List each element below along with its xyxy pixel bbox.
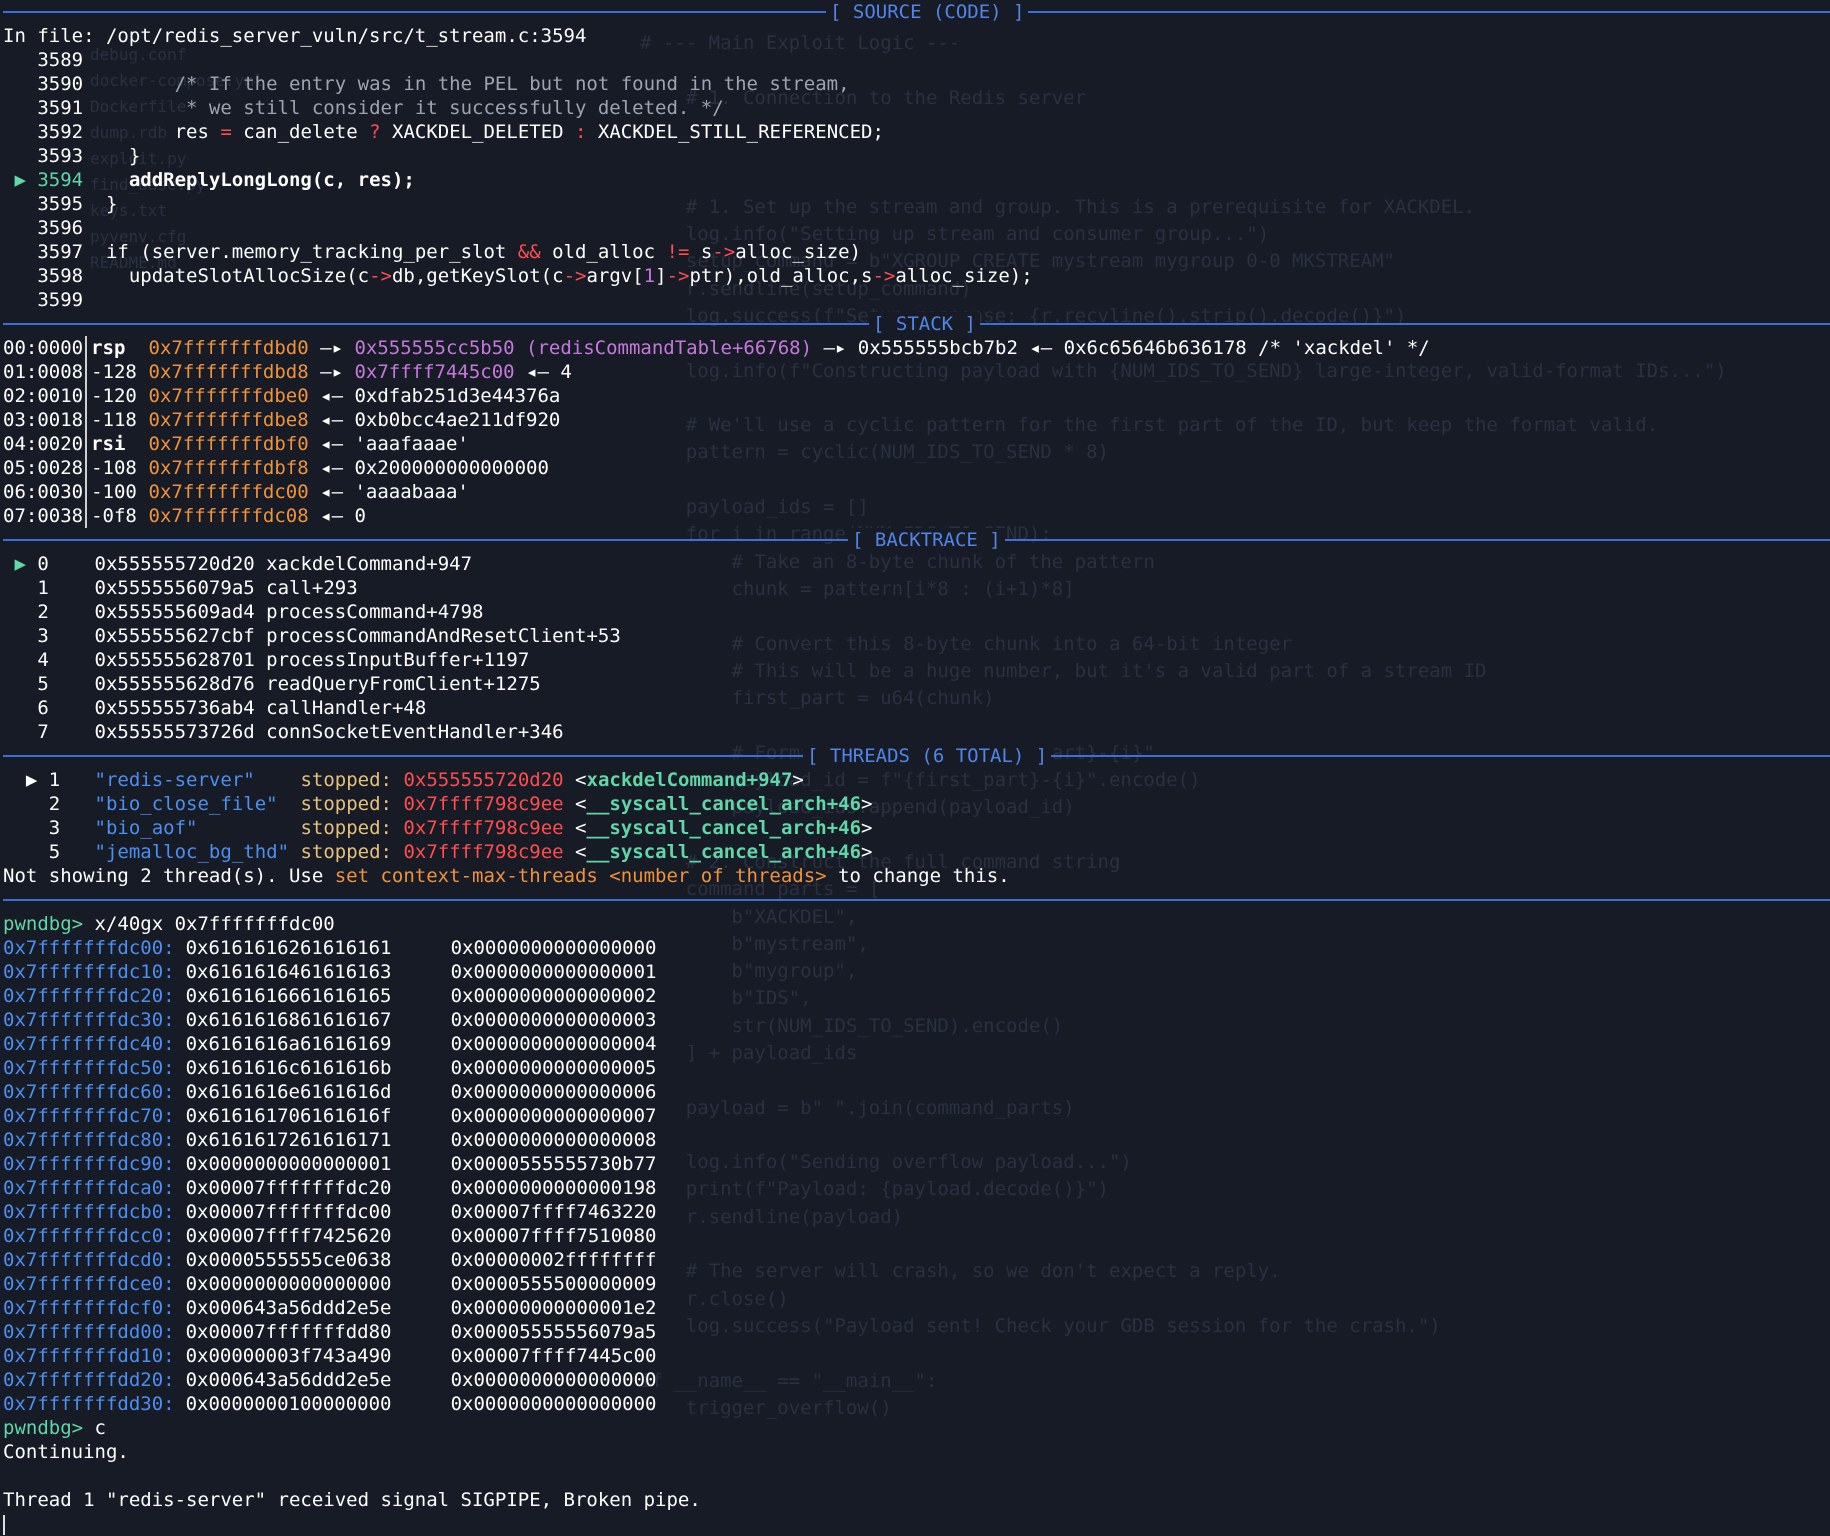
source-file-path: In file: /opt/redis_server_vuln/src/t_st… xyxy=(3,25,587,47)
prompt: pwndbg> xyxy=(3,1417,84,1439)
prompt: pwndbg> xyxy=(3,913,84,935)
memory-row: 0x7fffffffdc60: 0x6161616e6161616d 0x00000… xyxy=(3,1081,657,1103)
threads-header: [ THREADS (6 TOTAL) ] xyxy=(3,744,1830,768)
memory-row: 0x7fffffffdca0: 0x00007fffffffdc20 0x00000… xyxy=(3,1177,657,1199)
memory-row: 0x7fffffffdd00: 0x00007fffffffdd80 0x00005… xyxy=(3,1321,657,1343)
line-number: 3589 xyxy=(37,49,84,71)
memory-row: 0x7fffffffdc40: 0x6161616a61616169 0x00000… xyxy=(3,1033,657,1055)
stack-row: 03:0018 -118 0x7fffffffdbe8 ◂— 0xb0bcc4ae… xyxy=(3,408,561,432)
memory-row: 0x7fffffffdcb0: 0x00007fffffffdc00 0x00007… xyxy=(3,1201,657,1223)
thread-row[interactable]: 3 "bio_aof" stopped: 0x7ffff798c9ee <__s… xyxy=(3,816,1830,840)
current-line-marker-icon: ▶ xyxy=(3,169,38,191)
backtrace-frame[interactable]: 2 0x555555609ad4 processCommand+4798 xyxy=(3,600,1830,624)
line-number: 3591 xyxy=(37,97,84,119)
source-line: 3591 * we still consider it successfully… xyxy=(37,97,724,119)
threads-block: ▶ 1 "redis-server" stopped: 0x555555720d… xyxy=(3,768,1830,864)
line-number: 3596 xyxy=(37,217,84,239)
stack-address: 0x7fffffffdbe8 xyxy=(148,409,309,431)
terminal[interactable]: [ SOURCE (CODE) ] In file: /opt/redis_se… xyxy=(3,0,1830,1536)
memory-row: 0x7fffffffdd30: 0x0000000100000000 0x00000… xyxy=(3,1393,657,1415)
stack-address: 0x7fffffffdbd8 xyxy=(148,361,309,383)
source-line: 3597 if (server.memory_tracking_per_slot… xyxy=(37,241,862,263)
backtrace-frame[interactable]: 6 0x555555736ab4 callHandler+48 xyxy=(3,696,1830,720)
signal-message: Thread 1 "redis-server" received signal … xyxy=(3,1489,701,1511)
memory-row: 0x7fffffffdc50: 0x6161616c6161616b 0x00000… xyxy=(3,1057,657,1079)
backtrace-frame[interactable]: 3 0x555555627cbf processCommandAndResetC… xyxy=(3,624,1830,648)
input-cursor[interactable] xyxy=(3,1512,1830,1536)
memory-row: 0x7fffffffdd10: 0x00000003f743a490 0x00007… xyxy=(3,1345,657,1367)
memory-row: 0x7fffffffdce0: 0x0000000000000000 0x00005… xyxy=(3,1273,657,1295)
backtrace-frame[interactable]: ▶ 0 0x555555720d20 xackdelCommand+947 xyxy=(3,552,1830,576)
backtrace-header: [ BACKTRACE ] xyxy=(3,528,1830,552)
backtrace-frame[interactable]: 5 0x555555628d76 readQueryFromClient+127… xyxy=(3,672,1830,696)
stack-row: 07:0038 -0f8 0x7fffffffdc08 ◂— 0 xyxy=(3,504,366,528)
source-line: 3599 xyxy=(3,288,1830,312)
line-number: 3597 xyxy=(37,241,84,263)
console-divider xyxy=(3,888,1830,912)
threads-note: Not showing 2 thread(s). Use set context… xyxy=(3,865,1010,887)
source-line: 3595 } xyxy=(37,193,118,215)
source-header: [ SOURCE (CODE) ] xyxy=(3,0,1830,24)
line-number: 3599 xyxy=(37,289,84,311)
line-number: 3598 xyxy=(37,265,84,287)
stack-address: 0x7fffffffdc08 xyxy=(148,505,309,527)
frame-marker-icon: ▶ xyxy=(3,553,38,575)
stack-row: 02:0010 -120 0x7fffffffdbe0 ◂— 0xdfab251d… xyxy=(3,384,561,408)
command-line-2: pwndbg> c xyxy=(3,1417,106,1439)
line-number: 3590 xyxy=(37,73,84,95)
line-number: 3593 xyxy=(37,145,84,167)
thread-marker-icon: ▶ xyxy=(3,769,49,791)
memory-row: 0x7fffffffdc80: 0x6161617261616171 0x00000… xyxy=(3,1129,657,1151)
source-line: 3596 xyxy=(3,216,1830,240)
stack-row: 05:0028 -108 0x7fffffffdbf8 ◂— 0x20000000… xyxy=(3,456,549,480)
backtrace-frame[interactable]: 4 0x555555628701 processInputBuffer+1197 xyxy=(3,648,1830,672)
stack-address: 0x7fffffffdc00 xyxy=(148,481,309,503)
stack-row: 00:0000 rsp 0x7fffffffdbd0 —▸ 0x555555cc5… xyxy=(3,336,1430,360)
command-line-1: pwndbg> x/40gx 0x7fffffffdc00 xyxy=(3,913,335,935)
stack-block: 00:0000 rsp 0x7fffffffdbd0 —▸ 0x555555cc5… xyxy=(3,336,1830,528)
source-code-block: 3589 3590 /* If the entry was in the PEL… xyxy=(3,48,1830,312)
memory-row: 0x7fffffffdc70: 0x616161706161616f 0x00000… xyxy=(3,1105,657,1127)
line-number: 3592 xyxy=(37,121,84,143)
stack-header: [ STACK ] xyxy=(3,312,1830,336)
memory-row: 0x7fffffffdc00: 0x6161616261616161 0x00000… xyxy=(3,937,657,959)
memory-dump: 0x7fffffffdc00: 0x6161616261616161 0x00000… xyxy=(3,936,1830,1416)
stack-address: 0x7fffffffdbe0 xyxy=(148,385,309,407)
stack-row: 01:0008 -128 0x7fffffffdbd8 —▸ 0x7ffff744… xyxy=(3,360,572,384)
stack-address: 0x7fffffffdbf8 xyxy=(148,457,309,479)
source-line: 3598 updateSlotAllocSize(c->db,getKeySlo… xyxy=(37,265,1033,287)
source-line: 3590 /* If the entry was in the PEL but … xyxy=(37,73,850,95)
memory-row: 0x7fffffffdc10: 0x6161616461616163 0x00000… xyxy=(3,961,657,983)
memory-row: 0x7fffffffdd20: 0x000643a56ddd2e5e 0x00000… xyxy=(3,1369,657,1391)
memory-row: 0x7fffffffdcf0: 0x000643a56ddd2e5e 0x00000… xyxy=(3,1297,657,1319)
source-line: ▶ 3594 addReplyLongLong(c, res); xyxy=(3,169,415,191)
line-number: 3595 xyxy=(37,193,84,215)
thread-row[interactable]: 2 "bio_close_file" stopped: 0x7ffff798c9… xyxy=(3,792,1830,816)
continuing-text: Continuing. xyxy=(3,1441,129,1463)
source-line: 3592 res = can_delete ? XACKDEL_DELETED … xyxy=(37,121,884,143)
stack-address: 0x7fffffffdbf0 xyxy=(148,433,309,455)
backtrace-frame[interactable]: 1 0x5555556079a5 call+293 xyxy=(3,576,1830,600)
thread-row[interactable]: ▶ 1 "redis-server" stopped: 0x555555720d… xyxy=(3,768,1830,792)
backtrace-block: ▶ 0 0x555555720d20 xackdelCommand+947 1 … xyxy=(3,552,1830,744)
source-line: 3589 xyxy=(3,48,1830,72)
memory-row: 0x7fffffffdc30: 0x6161616861616167 0x00000… xyxy=(3,1009,657,1031)
stack-row: 06:0030 -100 0x7fffffffdc00 ◂— 'aaaabaaa' xyxy=(3,480,469,504)
memory-row: 0x7fffffffdcd0: 0x0000555555ce0638 0x00000… xyxy=(3,1249,657,1271)
thread-row[interactable]: 5 "jemalloc_bg_thd" stopped: 0x7ffff798c… xyxy=(3,840,1830,864)
memory-row: 0x7fffffffdc20: 0x6161616661616165 0x00000… xyxy=(3,985,657,1007)
stack-address: 0x7fffffffdbd0 xyxy=(148,337,309,359)
memory-row: 0x7fffffffdcc0: 0x00007ffff7425620 0x00007… xyxy=(3,1225,657,1247)
backtrace-frame[interactable]: 7 0x55555573726d connSocketEventHandler+… xyxy=(3,720,1830,744)
stack-row: 04:0020 rsi 0x7fffffffdbf0 ◂— 'aaafaaae' xyxy=(3,432,469,456)
source-line: 3593 } xyxy=(37,145,141,167)
line-number: 3594 xyxy=(37,169,84,191)
memory-row: 0x7fffffffdc90: 0x0000000000000001 0x00005… xyxy=(3,1153,657,1175)
